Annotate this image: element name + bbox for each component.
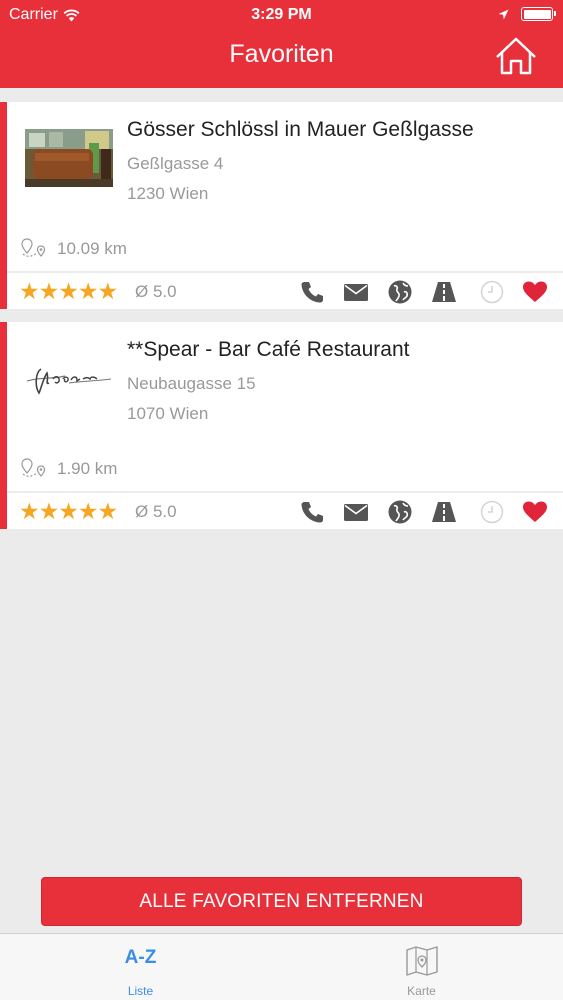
distance-value: 1.90 km [57,459,118,478]
heart-icon[interactable] [522,500,548,524]
tab-liste[interactable]: A-Z Liste [0,934,281,1000]
favorite-card[interactable]: Gösser Schlössl in Mauer Geßlgasse Geßlg… [0,102,563,309]
tab-label: Karte [407,984,436,998]
directions-icon[interactable] [431,280,457,304]
status-bar: Carrier 3:29 PM [0,0,563,30]
restaurant-city: 1230 Wien [127,184,209,203]
average-rating: Ø 5.0 [135,502,177,521]
rating-stars: ★★★★★ [19,278,118,304]
restaurant-logo [25,349,113,407]
az-icon: A-Z [124,947,157,968]
restaurant-street: Geßlgasse 4 [127,154,224,173]
home-icon [496,37,536,75]
restaurant-street: Neubaugasse 15 [127,374,256,393]
mail-icon[interactable] [343,280,369,304]
average-rating: Ø 5.0 [135,282,177,301]
restaurant-name[interactable]: **Spear - Bar Café Restaurant [127,338,409,362]
directions-icon[interactable] [431,500,457,524]
globe-icon[interactable] [387,500,413,524]
restaurant-city: 1070 Wien [127,404,209,423]
favorite-card[interactable]: **Spear - Bar Café Restaurant Neubaugass… [0,322,563,529]
location-arrow-icon [498,9,509,19]
restaurant-photo [25,129,113,187]
distance-value: 10.09 km [57,239,127,258]
clock-icon[interactable] [479,280,505,304]
distance-pin-icon [21,458,46,477]
tab-label: Liste [127,984,154,998]
rating-stars: ★★★★★ [19,498,118,524]
top-bar: Carrier 3:29 PM Favoriten [0,0,563,88]
heart-icon[interactable] [522,280,548,304]
phone-icon[interactable] [299,500,325,524]
distance-info: 1.90 km [21,458,117,480]
clock-icon[interactable] [479,500,505,524]
phone-icon[interactable] [299,280,325,304]
page-title: Favoriten [229,40,334,68]
card-action-row: ★★★★★ Ø 5.0 [7,493,563,529]
tab-bar: A-Z Liste Karte [0,933,563,1000]
mail-icon[interactable] [343,500,369,524]
map-icon [406,946,438,976]
restaurant-name[interactable]: Gösser Schlössl in Mauer Geßlgasse [127,118,474,142]
card-action-row: ★★★★★ Ø 5.0 [7,273,563,309]
globe-icon[interactable] [387,280,413,304]
status-right [498,7,556,21]
tab-karte[interactable]: Karte [281,934,562,1000]
distance-pin-icon [21,238,46,257]
remove-all-favorites-button[interactable]: ALLE FAVORITEN ENTFERNEN [41,877,522,926]
distance-info: 10.09 km [21,238,127,260]
home-button[interactable] [494,36,538,76]
status-time: 3:29 PM [251,6,312,23]
battery-icon [521,7,556,21]
